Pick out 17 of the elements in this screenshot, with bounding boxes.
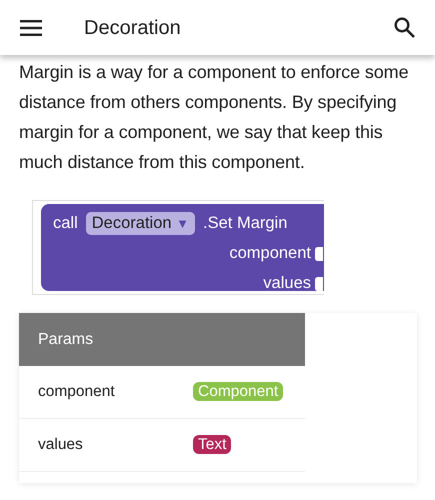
param-name: component xyxy=(38,382,116,402)
column-header: Params xyxy=(38,330,94,350)
type-tag: Component xyxy=(193,382,284,402)
description-paragraph: Margin is a way for a component to enforce some distance from others components. By specifying margin for a component, we say that keep this much distance from this component. xyxy=(18,61,410,174)
block-keyword: call xyxy=(53,213,78,234)
page-title: Decoration xyxy=(84,16,182,40)
dropdown-arrow: ▼ xyxy=(176,216,190,230)
socket-label: values xyxy=(263,274,311,292)
component-dropdown[interactable]: Decoration ▼ xyxy=(86,212,196,234)
socket-icon xyxy=(315,276,323,291)
block-method: .Set Margin xyxy=(203,213,288,234)
socket-label: component xyxy=(229,244,311,262)
search-icon[interactable] xyxy=(394,17,415,38)
socket-icon xyxy=(315,246,323,261)
menu-icon[interactable] xyxy=(20,20,42,36)
type-tag: Text xyxy=(193,435,232,454)
param-name: values xyxy=(38,435,84,456)
